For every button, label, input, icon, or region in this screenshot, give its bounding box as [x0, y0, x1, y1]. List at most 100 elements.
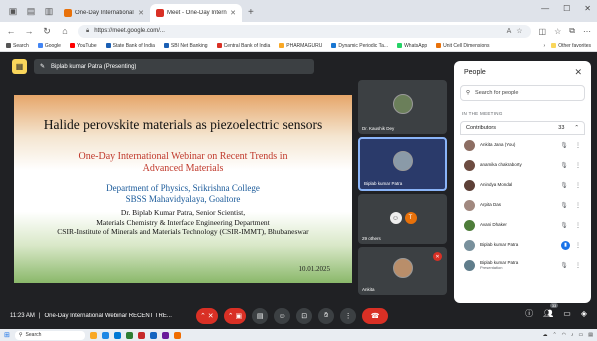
people-search-input[interactable]: ⚲ Search for people [460, 85, 585, 101]
participant-tile-others[interactable]: ☺ T 29 others [358, 194, 447, 244]
more-vert-icon[interactable]: ⋮ [575, 162, 581, 169]
bookmark-item[interactable]: State Bank of India [105, 43, 155, 49]
shared-slide: Halide perovskite materials as piezoelec… [14, 95, 352, 283]
mic-off-icon[interactable]: 🎙︎ [558, 162, 570, 169]
star-icon[interactable]: ☆ [516, 27, 522, 35]
app-icon[interactable] [161, 331, 169, 339]
close-icon[interactable]: ✕ [230, 9, 236, 17]
tab-meet[interactable]: Meet - One-Day International ✕ [150, 4, 242, 22]
mic-off-icon[interactable]: 🎙︎ [558, 202, 570, 209]
app-icon[interactable] [89, 331, 97, 339]
close-icon[interactable]: ✕ [138, 9, 144, 17]
split-screen-icon[interactable]: ◫ [539, 27, 547, 36]
list-item[interactable]: Anindya Mondal 🎙︎ ⋮ [460, 175, 585, 195]
weather-icon[interactable]: ☁ [542, 332, 547, 338]
windows-start-icon[interactable]: ⊞ [4, 331, 10, 339]
battery-icon[interactable]: ▭ [579, 332, 584, 338]
bookmark-item[interactable]: Search [6, 43, 29, 49]
list-item[interactable]: Arpita Das 🎙︎ ⋮ [460, 195, 585, 215]
pin-icon[interactable]: ✎ [40, 63, 45, 70]
chat-icon[interactable]: ▭ [563, 309, 571, 318]
participant-tile[interactable]: Dr. Kaushik Dey [358, 80, 447, 134]
app-icon[interactable] [101, 331, 109, 339]
notification-icon[interactable]: ▤ [588, 332, 593, 338]
minimize-icon[interactable]: — [541, 4, 549, 13]
participant-tile-self[interactable]: ✕ Ankita [358, 247, 447, 295]
more-vert-icon[interactable]: ⋮ [575, 222, 581, 229]
presentation-icon[interactable]: ▦ [12, 59, 27, 74]
system-tray: ☁ ⌃ ◠ ♪ ▭ ▤ [542, 332, 593, 338]
avatar [464, 139, 475, 151]
bookmark-item[interactable]: Central Bank of India [216, 43, 270, 49]
app-icon[interactable] [137, 331, 145, 339]
activities-icon[interactable]: ◈ [581, 309, 587, 318]
audio-active-icon[interactable]: ▮ [561, 240, 570, 250]
list-item[interactable]: Avani Dhaker 🎙︎ ⋮ [460, 215, 585, 235]
mic-off-icon[interactable]: 🎙︎ [558, 142, 570, 149]
close-icon[interactable]: ✕ [574, 67, 582, 78]
list-item[interactable]: Ankita Jana (You) 🎙︎ ⋮ [460, 135, 585, 155]
volume-icon[interactable]: ♪ [571, 332, 574, 338]
list-item[interactable]: anamika chakraborty 🎙︎ ⋮ [460, 155, 585, 175]
info-icon[interactable]: ⓘ [525, 308, 533, 319]
tile-name: Biplab kumar Patra [364, 181, 403, 186]
other-favorites[interactable]: Other favorites [551, 43, 591, 49]
mic-off-icon[interactable]: 🎙︎ [558, 182, 570, 189]
contributors-group[interactable]: Contributors 33 ⌃ [460, 121, 585, 135]
bookmark-item[interactable]: Unit Cell Dimensions [436, 43, 490, 49]
call-controls: ⌃ ✕ ⌃ ▣ ▤ ☺ ⊡ ✋︎ ⋮ ☎︎ [196, 308, 389, 324]
bookmark-item[interactable]: PHARMAGURU [279, 43, 322, 49]
taskbar-search[interactable]: ⚲ Search [14, 330, 85, 340]
app-icon[interactable] [113, 331, 121, 339]
group-count: 33 [558, 125, 565, 131]
forward-icon[interactable]: → [24, 26, 34, 36]
extensions-icon[interactable]: ⧉ [569, 26, 575, 36]
raise-hand-button[interactable]: ✋︎ [318, 308, 335, 324]
favorites-icon[interactable]: ☆ [554, 27, 561, 36]
maximize-icon[interactable]: ☐ [563, 4, 570, 13]
tab-actions-icon[interactable]: ▤ [24, 4, 38, 18]
bookmark-item[interactable]: Dynamic Periodic Ta... [331, 43, 388, 49]
bookmark-item[interactable]: WhatsApp [397, 43, 427, 49]
profile-icon[interactable]: ▣ [6, 4, 20, 18]
app-icon[interactable] [125, 331, 133, 339]
more-icon[interactable]: ⋯ [583, 27, 591, 36]
new-tab-icon[interactable]: + [248, 7, 254, 18]
close-window-icon[interactable]: ✕ [584, 4, 591, 13]
more-vert-icon[interactable]: ⋮ [575, 202, 581, 209]
bookmark-item[interactable]: SBI Net Banking [163, 43, 208, 49]
emoji-button[interactable]: ☺ [274, 308, 291, 324]
tab-webinar[interactable]: One-Day International Webinar ✕ [58, 4, 150, 22]
leave-call-button[interactable]: ☎︎ [362, 308, 389, 324]
back-icon[interactable]: ← [6, 26, 16, 36]
bookmark-item[interactable]: YouTube [69, 43, 97, 49]
camera-toggle-button[interactable]: ⌃ ▣ [223, 308, 247, 324]
more-vert-icon[interactable]: ⋮ [575, 262, 581, 269]
list-item[interactable]: Biplab kumar Patra Presentation 🎙︎ ⋮ [460, 255, 585, 275]
mic-toggle-button[interactable]: ⌃ ✕ [196, 308, 218, 324]
reload-icon[interactable]: ↻ [42, 26, 52, 37]
app-icon[interactable] [173, 331, 181, 339]
chevron-up-icon[interactable]: ⌃ [552, 332, 556, 338]
bookmark-item[interactable]: Google [37, 43, 61, 49]
more-vert-icon[interactable]: ⋮ [575, 182, 581, 189]
more-vert-icon[interactable]: ⋮ [575, 142, 581, 149]
more-vert-icon[interactable]: ⋮ [575, 242, 581, 249]
list-item[interactable]: Biplab kumar Patra ▮ ⋮ [460, 235, 585, 255]
chevron-up-icon[interactable]: ⌃ [574, 125, 579, 131]
wifi-icon[interactable]: ◠ [562, 332, 566, 338]
participant-tile-presenter[interactable]: Biplab kumar Patra [358, 137, 447, 191]
mic-off-icon[interactable]: 🎙︎ [558, 222, 570, 229]
workspaces-icon[interactable]: ▥ [42, 4, 56, 18]
home-icon[interactable]: ⌂ [60, 26, 70, 36]
captions-button[interactable]: ▤ [252, 308, 269, 324]
present-button[interactable]: ⊡ [296, 308, 313, 324]
url-input[interactable]: 🔒︎ https://meet.google.com/... A ☆ [78, 24, 531, 38]
read-aloud-icon[interactable]: A [507, 28, 512, 35]
mic-off-icon[interactable]: 🎙︎ [558, 262, 570, 269]
app-icon[interactable] [149, 331, 157, 339]
chevron-right-icon[interactable]: › [544, 43, 546, 49]
more-options-button[interactable]: ⋮ [340, 308, 357, 324]
slide-webinar-text: One-Day International Webinar on Recent … [78, 151, 288, 174]
people-icon[interactable]: 👥︎ 33 [543, 303, 559, 318]
